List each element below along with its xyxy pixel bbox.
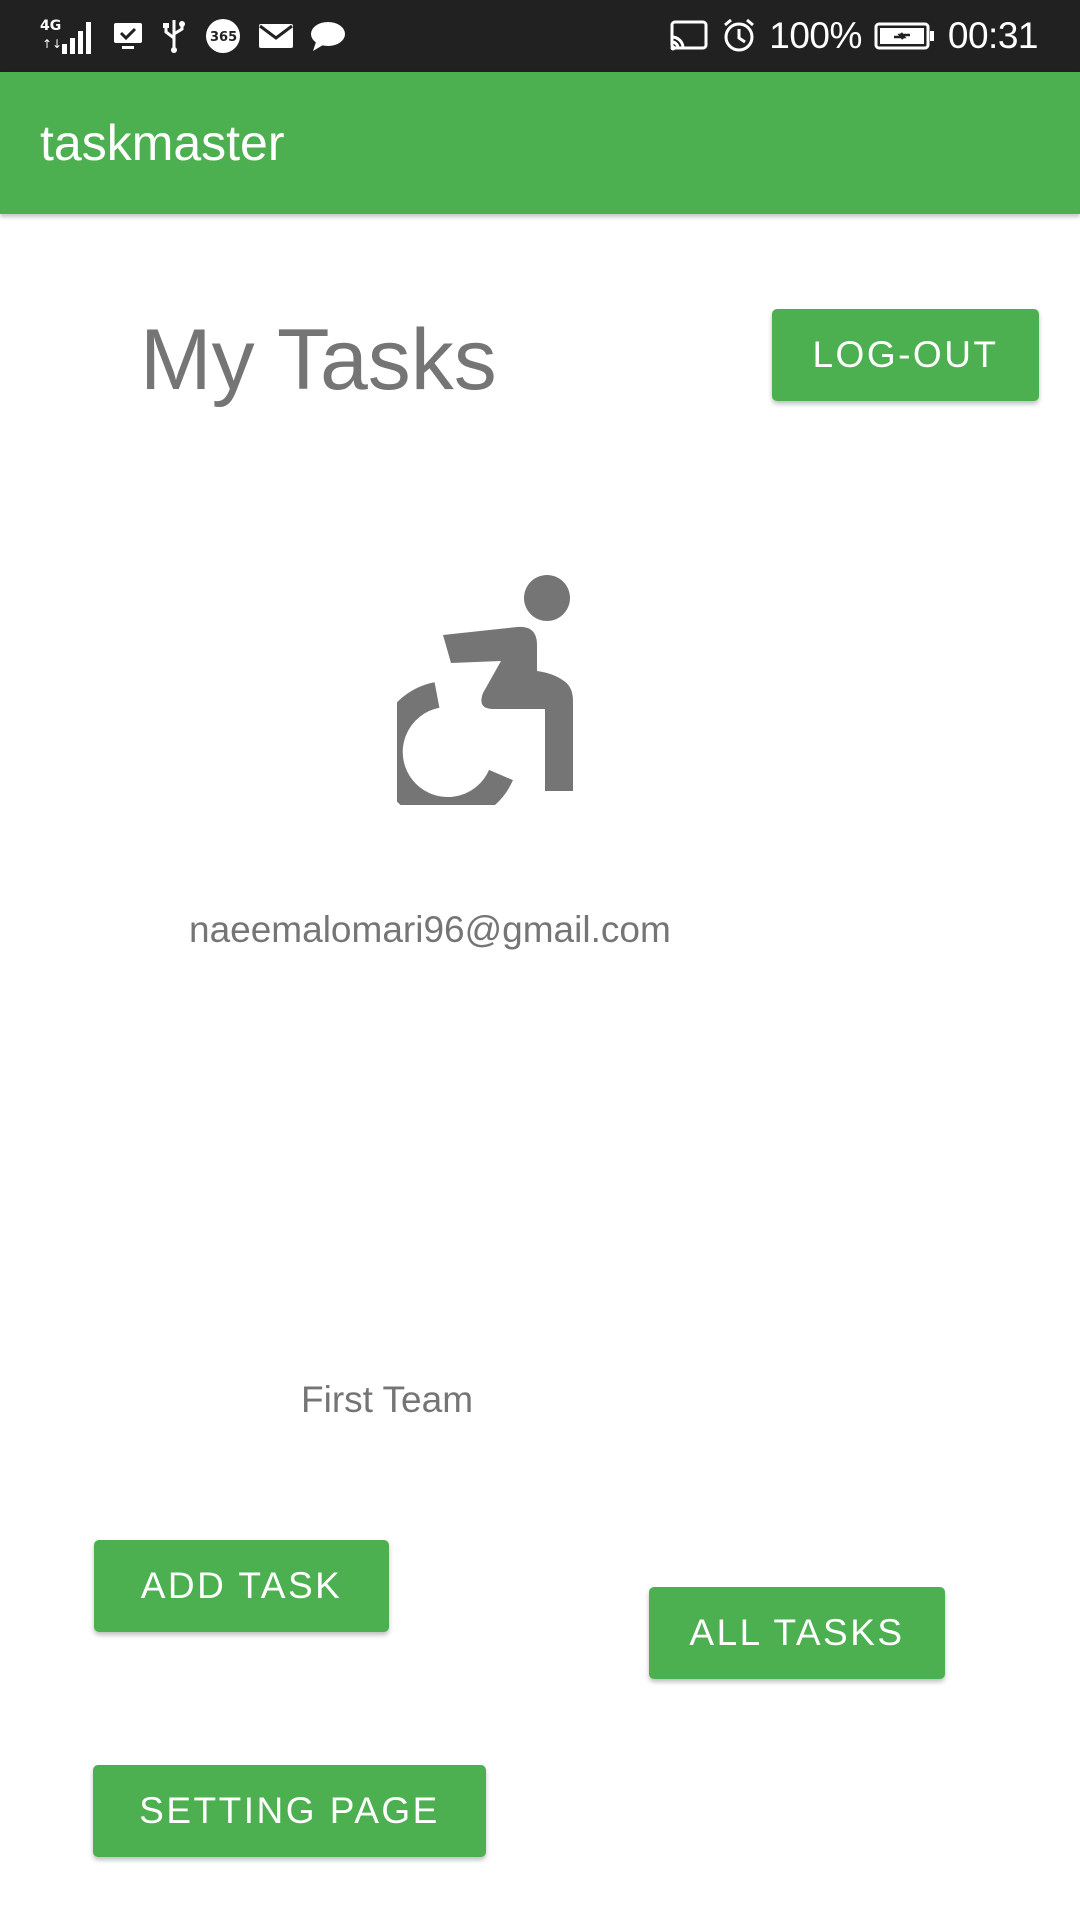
all-tasks-button[interactable]: ALL TASKS (649, 1587, 945, 1679)
team-name: First Team (301, 1379, 474, 1420)
page-title: My Tasks (140, 312, 497, 408)
main-activity-screen: 4G ↑↓ 365 100% 00:31 taskmaster My Tasks… (0, 0, 1080, 1920)
svg-text:365: 365 (210, 30, 237, 45)
alarm-icon (721, 18, 757, 54)
app-title: taskmaster (40, 115, 285, 171)
status-bar: 4G ↑↓ 365 100% 00:31 (0, 0, 1080, 72)
signal-icon: 4G ↑↓ (40, 16, 96, 56)
accessibility-wheelchair-icon (376, 575, 575, 823)
status-bar-right: 100% 00:31 (669, 0, 1039, 72)
app-bar: taskmaster (0, 72, 1080, 214)
office365-icon: 365 (204, 17, 242, 55)
chat-icon (310, 20, 346, 52)
screen-icon (112, 20, 144, 52)
user-email: naeemalomari96@gmail.com (189, 909, 671, 950)
status-bar-left: 4G ↑↓ 365 (40, 0, 346, 72)
add-task-button[interactable]: ADD TASK (94, 1540, 389, 1632)
mail-icon (258, 22, 294, 50)
battery-charging-icon (874, 21, 936, 51)
battery-percent: 100% (769, 15, 862, 56)
cast-icon (669, 19, 709, 53)
status-time: 00:31 (947, 15, 1039, 56)
usb-icon (160, 18, 188, 54)
svg-text:4G: 4G (40, 18, 61, 34)
svg-text:↑↓: ↑↓ (42, 37, 62, 51)
logout-button[interactable]: LOG-OUT (772, 309, 1039, 401)
setting-page-button[interactable]: SETTING PAGE (93, 1765, 486, 1857)
